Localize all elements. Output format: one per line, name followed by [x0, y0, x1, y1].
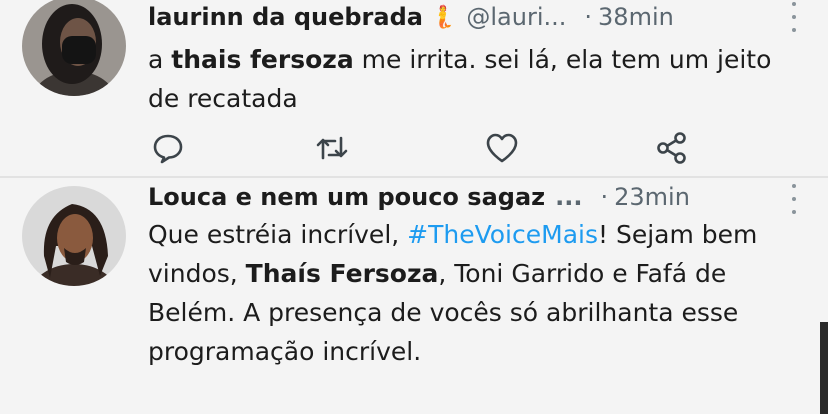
separator: · — [600, 183, 609, 211]
timestamp[interactable]: 38min — [598, 3, 674, 31]
author-handle[interactable]: @lauri... — [466, 3, 566, 31]
tweet-header: laurinn da quebrada 🧜 @lauri... · 38min — [148, 0, 768, 34]
name-truncation: ... — [555, 183, 583, 211]
tweet-1[interactable]: laurinn da quebrada 🧜 @lauri... · 38min … — [0, 0, 828, 176]
author-name[interactable]: Louca e nem um pouco sagaz — [148, 183, 545, 211]
scrollbar[interactable] — [820, 322, 828, 414]
mermaid-emoji: 🧜 — [428, 4, 457, 30]
heart-icon[interactable] — [482, 130, 522, 166]
tweet-header: Louca e nem um pouco sagaz ... · 23min — [148, 180, 768, 214]
author-name[interactable]: laurinn da quebrada — [148, 3, 423, 31]
avatar[interactable] — [22, 0, 126, 96]
more-options-icon[interactable] — [790, 2, 798, 32]
tweet-2[interactable]: Louca e nem um pouco sagaz ... · 23min Q… — [0, 178, 828, 414]
more-options-icon[interactable] — [790, 184, 798, 214]
reply-icon[interactable] — [148, 130, 188, 166]
hashtag-link[interactable]: #TheVoiceMais — [407, 220, 598, 249]
separator: · — [584, 3, 593, 31]
avatar[interactable] — [22, 186, 126, 286]
retweet-icon[interactable] — [312, 130, 352, 166]
mention-bold: Thaís Fersoza — [245, 259, 439, 288]
tweet-actions — [148, 130, 708, 166]
timestamp[interactable]: 23min — [614, 183, 690, 211]
tweet-text: Que estréia incrível, #TheVoiceMais! Sej… — [148, 220, 758, 366]
mention-bold: thais fersoza — [171, 45, 354, 74]
tweet-text: a thais fersoza me irrita. sei lá, ela t… — [148, 45, 772, 113]
share-icon[interactable] — [652, 130, 692, 166]
